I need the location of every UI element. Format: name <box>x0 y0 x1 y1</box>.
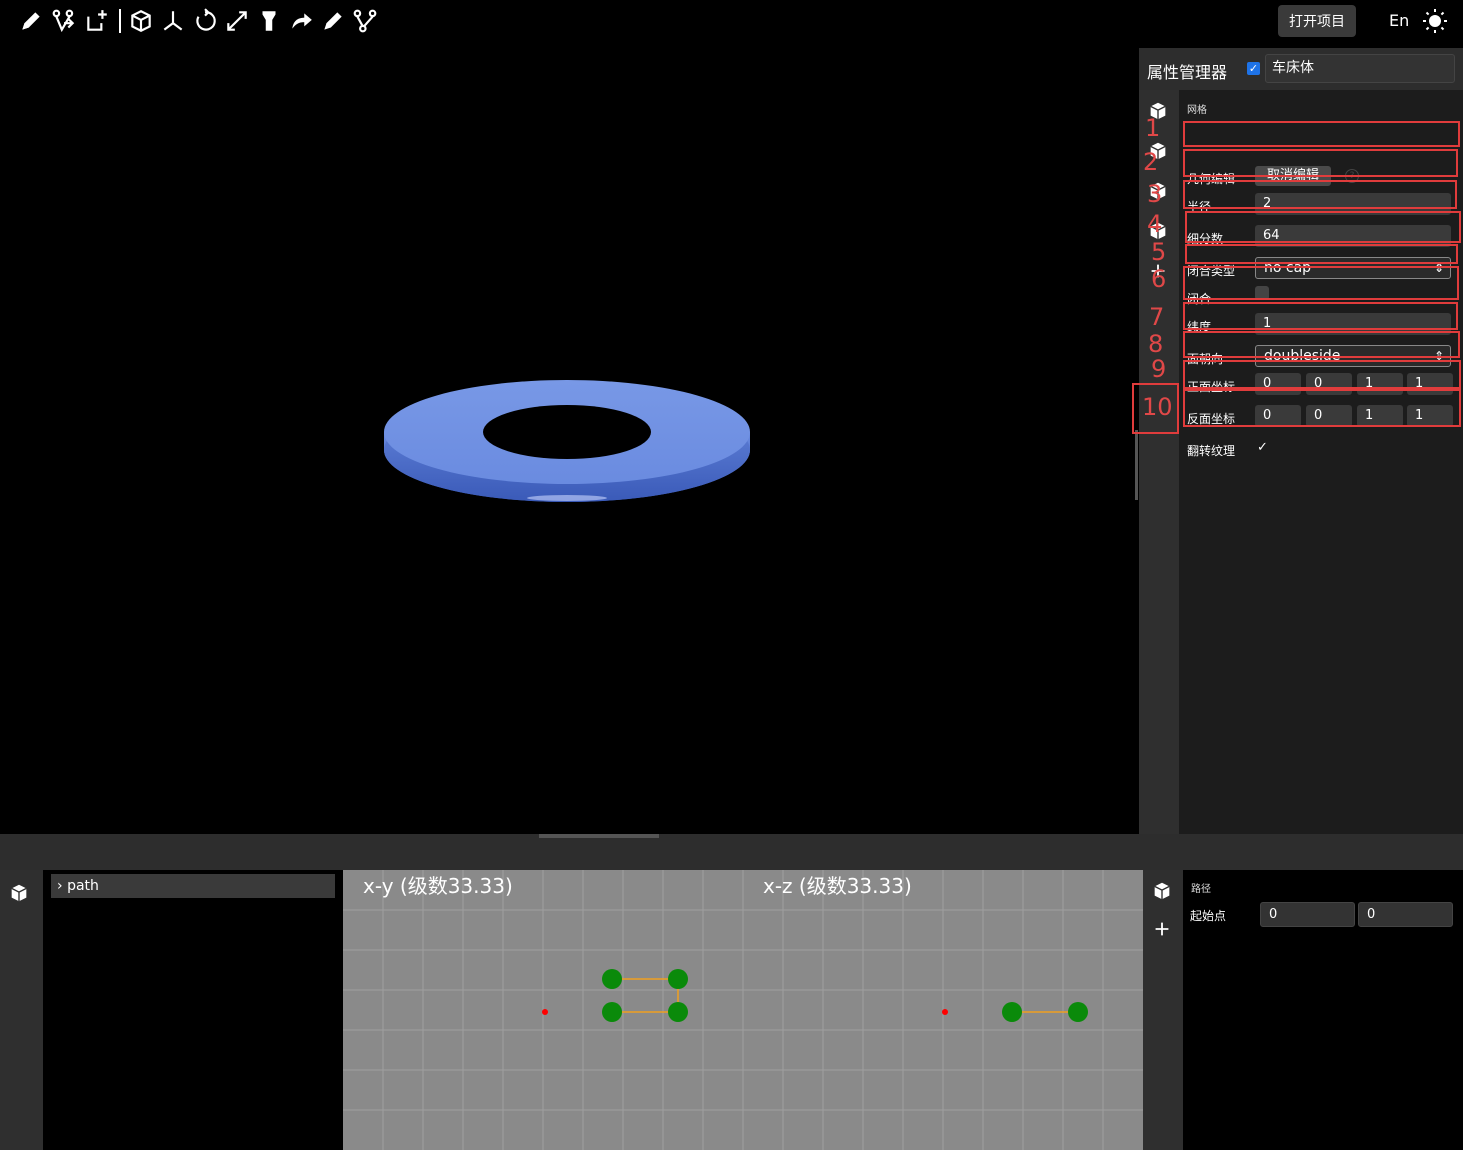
group-title: 网格 <box>1187 105 1207 116</box>
annotation-number: 3 <box>1147 180 1163 208</box>
segments-label: 细分数 <box>1187 232 1224 246</box>
path-node <box>602 1002 622 1022</box>
grid-canvas[interactable] <box>343 870 1143 1150</box>
flip-texture-checkbox[interactable]: ✓ <box>1257 440 1268 455</box>
panel-divider <box>0 834 1463 870</box>
xy-view-label: x-y (级数33.33) <box>363 874 513 898</box>
front-coord-input[interactable]: 0 <box>1306 373 1352 395</box>
path-node <box>1002 1002 1022 1022</box>
path-node <box>1068 1002 1088 1022</box>
front-coord-input[interactable]: 0 <box>1255 373 1301 395</box>
path-node <box>668 969 688 989</box>
face-side-label: 面朝向 <box>1187 352 1224 366</box>
pencil-icon[interactable] <box>18 8 44 34</box>
ring-mesh[interactable] <box>382 378 752 506</box>
select-arrows-icon: ⇕ <box>1433 261 1444 275</box>
2d-views[interactable]: x-y (级数33.33) x-z (级数33.33) <box>343 870 1143 1150</box>
segments-input[interactable]: 64 <box>1255 225 1451 247</box>
back-coord-input[interactable]: 0 <box>1306 405 1352 427</box>
closed-label: 闭合 <box>1187 292 1212 306</box>
start-x-input[interactable]: 0 <box>1260 902 1355 927</box>
main-toolbar <box>0 0 400 44</box>
sun-icon[interactable] <box>1422 8 1448 34</box>
annotation-number: 9 <box>1151 355 1167 383</box>
start-point-label: 起始点 <box>1190 909 1227 923</box>
xz-view-label: x-z (级数33.33) <box>763 874 912 898</box>
front-coord-input[interactable]: 1 <box>1407 373 1453 395</box>
cap-type-select[interactable]: no cap ⇕ <box>1255 257 1451 279</box>
cube-icon[interactable] <box>1151 880 1175 904</box>
back-coord-input[interactable]: 1 <box>1357 405 1403 427</box>
viewport-scrollbar[interactable] <box>1135 430 1138 500</box>
path-properties: 路径 起始点 0 0 <box>1183 870 1463 1150</box>
cap-type-value: no cap <box>1264 260 1312 276</box>
back-coord-input[interactable]: 0 <box>1255 405 1301 427</box>
path-title: 路径 <box>1191 884 1211 895</box>
cube-icon[interactable] <box>128 8 154 34</box>
flashlight-icon[interactable] <box>256 8 282 34</box>
origin-marker <box>542 1009 548 1015</box>
language-toggle[interactable]: En <box>1389 11 1409 30</box>
visibility-checkbox[interactable]: ✓ <box>1247 62 1260 75</box>
add-node-icon[interactable] <box>84 8 110 34</box>
bottom-left-sidebar <box>0 870 43 1150</box>
object-name-input[interactable]: 车床体 <box>1265 54 1455 83</box>
radius-input[interactable]: 2 <box>1255 193 1451 215</box>
redo-arrow-icon[interactable] <box>288 8 314 34</box>
annotation-number: 8 <box>1148 330 1164 358</box>
origin-marker <box>942 1009 948 1015</box>
branch-icon[interactable] <box>352 8 378 34</box>
cap-type-label: 闭合类型 <box>1187 264 1236 278</box>
annotation-number: 6 <box>1151 265 1167 293</box>
scale-icon[interactable] <box>224 8 250 34</box>
annotation-number: 1 <box>1145 114 1161 142</box>
geometry-edit-label: 几何编辑 <box>1187 172 1236 186</box>
front-coord-input[interactable]: 1 <box>1357 373 1403 395</box>
toolbar-separator <box>119 9 121 33</box>
face-side-value: doubleside <box>1264 348 1341 364</box>
property-header: 属性管理器 ✓ 车床体 <box>1139 48 1463 90</box>
cancel-edit-button[interactable]: 取消编辑 <box>1255 166 1331 186</box>
open-project-button[interactable]: 打开项目 <box>1278 5 1356 37</box>
plus-icon[interactable] <box>1151 918 1175 942</box>
tree-item-path[interactable]: › path <box>51 874 335 898</box>
annotation-number: 10 <box>1142 393 1173 421</box>
property-body: 网格 几何编辑 取消编辑 ? 半径 2 细分数 64 闭合类型 no cap ⇕… <box>1179 90 1463 834</box>
select-arrows-icon: ⇕ <box>1433 349 1444 363</box>
path-node <box>602 969 622 989</box>
annotation-number: 7 <box>1149 303 1165 331</box>
pencil-icon[interactable] <box>320 8 346 34</box>
chevron-right-icon: › <box>57 878 63 894</box>
resize-handle[interactable] <box>539 834 659 838</box>
path-node <box>668 1002 688 1022</box>
closed-checkbox[interactable] <box>1255 286 1269 300</box>
latitude-label: 纬度 <box>1187 320 1212 334</box>
front-coords-label: 正面坐标 <box>1187 380 1236 394</box>
path-tree: › path <box>43 870 343 1150</box>
annotation-number: 2 <box>1143 148 1159 176</box>
back-coord-input[interactable]: 1 <box>1407 405 1453 427</box>
flip-texture-label: 翻转纹理 <box>1187 444 1236 458</box>
annotation-number: 5 <box>1151 238 1167 266</box>
branch-icon[interactable] <box>51 8 77 34</box>
radius-label: 半径 <box>1187 200 1212 214</box>
back-coords-label: 反面坐标 <box>1187 412 1236 426</box>
start-y-input[interactable]: 0 <box>1358 902 1453 927</box>
property-panel: 属性管理器 ✓ 车床体 网格 几何编辑 取消编辑 ? 半径 2 细分数 64 闭… <box>1139 48 1463 834</box>
tree-item-label: path <box>67 878 99 894</box>
axes-icon[interactable] <box>160 8 186 34</box>
latitude-input[interactable]: 1 <box>1255 313 1451 335</box>
cube-icon[interactable] <box>8 882 32 906</box>
rotate-icon[interactable] <box>192 8 218 34</box>
property-manager-title: 属性管理器 <box>1147 63 1228 82</box>
grid-lines <box>343 870 1143 1150</box>
help-icon[interactable]: ? <box>1345 169 1359 183</box>
annotation-number: 4 <box>1147 210 1163 238</box>
bottom-right-sidebar <box>1143 870 1183 1150</box>
face-side-select[interactable]: doubleside ⇕ <box>1255 345 1451 367</box>
